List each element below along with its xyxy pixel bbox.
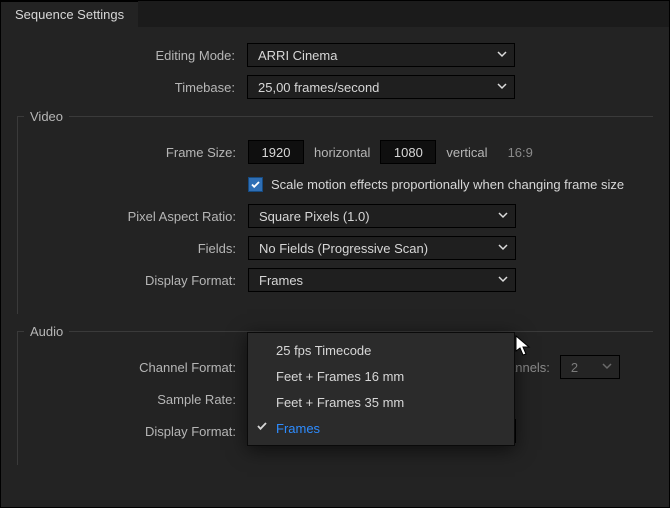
menu-item-frames[interactable]: Frames	[248, 415, 514, 441]
fields-value: No Fields (Progressive Scan)	[259, 241, 428, 256]
scale-motion-checkbox[interactable]: Scale motion effects proportionally when…	[248, 177, 624, 192]
channels-value: 2	[571, 360, 578, 375]
frame-height-input[interactable]: 1080	[380, 140, 436, 164]
menu-item-25fps-timecode[interactable]: 25 fps Timecode	[248, 337, 514, 363]
fields-dropdown[interactable]: No Fields (Progressive Scan)	[248, 236, 516, 260]
horizontal-label: horizontal	[304, 145, 380, 160]
video-display-format-label: Display Format:	[18, 273, 248, 288]
audio-display-format-label: Display Format:	[18, 424, 248, 439]
channel-format-label: Channel Format:	[18, 360, 248, 375]
timebase-dropdown[interactable]: 25,00 frames/second	[247, 75, 515, 99]
video-display-format-dropdown[interactable]: Frames	[248, 268, 516, 292]
aspect-ratio-display: 16:9	[498, 145, 543, 160]
frame-size-label: Frame Size:	[18, 145, 248, 160]
chevron-down-icon	[496, 48, 508, 63]
chevron-down-icon	[496, 80, 508, 95]
tab-strip: Sequence Settings	[1, 1, 669, 27]
video-display-format-value: Frames	[259, 273, 303, 288]
channels-dropdown: 2	[560, 355, 620, 379]
frame-width-input[interactable]: 1920	[248, 140, 304, 164]
display-format-menu: 25 fps Timecode Feet + Frames 16 mm Feet…	[247, 332, 515, 446]
menu-item-feet-frames-16mm[interactable]: Feet + Frames 16 mm	[248, 363, 514, 389]
editing-mode-dropdown[interactable]: ARRI Cinema	[247, 43, 515, 67]
scale-motion-label: Scale motion effects proportionally when…	[271, 177, 624, 192]
pixel-aspect-label: Pixel Aspect Ratio:	[18, 209, 248, 224]
chevron-down-icon	[601, 360, 613, 375]
fields-label: Fields:	[18, 241, 248, 256]
chevron-down-icon	[497, 273, 509, 288]
video-group: Video Frame Size: 1920 horizontal 1080 v…	[17, 109, 653, 314]
sequence-settings-dialog: Sequence Settings Editing Mode: ARRI Cin…	[0, 0, 670, 508]
tab-sequence-settings[interactable]: Sequence Settings	[1, 1, 138, 27]
menu-item-feet-frames-35mm[interactable]: Feet + Frames 35 mm	[248, 389, 514, 415]
video-legend: Video	[24, 109, 69, 124]
vertical-label: vertical	[436, 145, 497, 160]
timebase-label: Timebase:	[17, 80, 247, 95]
pixel-aspect-dropdown[interactable]: Square Pixels (1.0)	[248, 204, 516, 228]
editing-mode-label: Editing Mode:	[17, 48, 247, 63]
audio-legend: Audio	[24, 324, 69, 339]
checkmark-icon	[256, 420, 268, 435]
chevron-down-icon	[497, 209, 509, 224]
timebase-value: 25,00 frames/second	[258, 80, 379, 95]
pixel-aspect-value: Square Pixels (1.0)	[259, 209, 370, 224]
chevron-down-icon	[497, 241, 509, 256]
editing-mode-value: ARRI Cinema	[258, 48, 337, 63]
sample-rate-label: Sample Rate:	[18, 392, 248, 407]
checkbox-checked-icon	[248, 177, 263, 192]
